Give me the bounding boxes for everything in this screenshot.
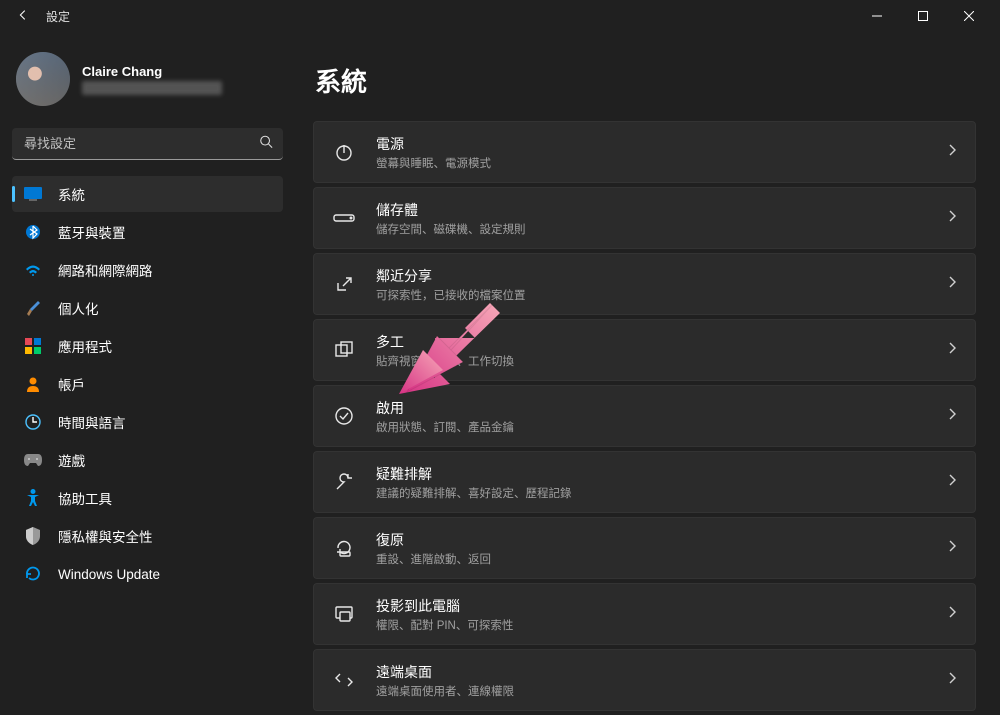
chevron-right-icon [947,407,957,426]
tile-subtitle: 啟用狀態、訂閱、產品金鑰 [376,419,514,435]
search-icon [259,135,273,154]
tile-subtitle: 權限、配對 PIN、可探索性 [376,617,513,633]
sidebar-item-accounts[interactable]: 帳戶 [12,366,283,402]
tile-title: 多工 [376,332,514,352]
sidebar-item-label: 網路和網際網路 [58,260,153,280]
tile-title: 疑難排解 [376,464,572,484]
main-content: 系統 電源螢幕與睡眠、電源模式 儲存體儲存空間、磁碟機、設定規則 鄰近分享可探索… [295,32,1000,715]
sidebar-item-privacy[interactable]: 隱私權與安全性 [12,518,283,554]
check-circle-icon [332,404,356,428]
chevron-right-icon [947,143,957,162]
tile-subtitle: 儲存空間、磁碟機、設定規則 [376,221,526,237]
sidebar-item-label: 應用程式 [58,336,112,356]
tile-title: 啟用 [376,398,514,418]
sidebar: Claire Chang 系統 藍牙與裝置 網路和網際網路 [0,32,295,715]
tile-title: 投影到此電腦 [376,596,513,616]
apps-icon [24,337,42,355]
profile-name: Claire Chang [82,64,222,79]
sidebar-item-time-language[interactable]: 時間與語言 [12,404,283,440]
sidebar-item-system[interactable]: 系統 [12,176,283,212]
window-title: 設定 [46,8,70,25]
person-icon [24,375,42,393]
sidebar-item-personalization[interactable]: 個人化 [12,290,283,326]
profile-block[interactable]: Claire Chang [12,40,283,122]
tile-recovery[interactable]: 復原重設、進階啟動、返回 [313,517,976,579]
wifi-icon [24,261,42,279]
system-icon [24,185,42,203]
sidebar-item-gaming[interactable]: 遊戲 [12,442,283,478]
power-icon [332,140,356,164]
chevron-right-icon [947,671,957,690]
close-button[interactable] [946,0,992,32]
chevron-right-icon [947,605,957,624]
wrench-icon [332,470,356,494]
back-button[interactable] [16,8,30,25]
chevron-right-icon [947,473,957,492]
title-bar: 設定 [0,0,1000,32]
storage-icon [332,206,356,230]
tile-subtitle: 螢幕與睡眠、電源模式 [376,155,491,171]
remote-icon [332,668,356,692]
chevron-right-icon [947,539,957,558]
tile-subtitle: 建議的疑難排解、喜好設定、歷程記錄 [376,485,572,501]
page-title: 系統 [315,62,976,99]
sidebar-item-apps[interactable]: 應用程式 [12,328,283,364]
project-icon [332,602,356,626]
sidebar-item-label: Windows Update [58,567,160,582]
tile-nearby-sharing[interactable]: 鄰近分享可探索性，已接收的檔案位置 [313,253,976,315]
sidebar-item-label: 個人化 [58,298,99,318]
profile-email-redacted [82,81,222,95]
share-icon [332,272,356,296]
tile-projecting[interactable]: 投影到此電腦權限、配對 PIN、可探索性 [313,583,976,645]
gamepad-icon [24,451,42,469]
recovery-icon [332,536,356,560]
sidebar-item-label: 帳戶 [58,374,85,394]
nav-list: 系統 藍牙與裝置 網路和網際網路 個人化 應用程式 帳戶 [12,176,283,592]
tile-subtitle: 貼齊視窗、桌面、工作切換 [376,353,514,369]
accessibility-icon [24,489,42,507]
sidebar-item-label: 系統 [58,184,85,204]
tile-remote-desktop[interactable]: 遠端桌面遠端桌面使用者、連線權限 [313,649,976,711]
tile-multitasking[interactable]: 多工貼齊視窗、桌面、工作切換 [313,319,976,381]
maximize-button[interactable] [900,0,946,32]
sidebar-item-label: 時間與語言 [58,412,126,432]
tile-power[interactable]: 電源螢幕與睡眠、電源模式 [313,121,976,183]
paintbrush-icon [24,299,42,317]
sidebar-item-label: 遊戲 [58,450,85,470]
sidebar-item-accessibility[interactable]: 協助工具 [12,480,283,516]
tile-title: 復原 [376,530,491,550]
chevron-right-icon [947,341,957,360]
chevron-right-icon [947,275,957,294]
tile-troubleshoot[interactable]: 疑難排解建議的疑難排解、喜好設定、歷程記錄 [313,451,976,513]
sidebar-item-label: 藍牙與裝置 [58,222,126,242]
tile-subtitle: 可探索性，已接收的檔案位置 [376,287,526,303]
tile-activation[interactable]: 啟用啟用狀態、訂閱、產品金鑰 [313,385,976,447]
minimize-button[interactable] [854,0,900,32]
update-icon [24,565,42,583]
multitask-icon [332,338,356,362]
search-input[interactable] [12,128,283,160]
bluetooth-icon [24,223,42,241]
tile-storage[interactable]: 儲存體儲存空間、磁碟機、設定規則 [313,187,976,249]
tile-title: 鄰近分享 [376,266,526,286]
search-box[interactable] [12,128,283,160]
tile-subtitle: 重設、進階啟動、返回 [376,551,491,567]
clock-globe-icon [24,413,42,431]
tile-title: 儲存體 [376,200,526,220]
avatar [16,52,70,106]
tile-title: 電源 [376,134,491,154]
tile-subtitle: 遠端桌面使用者、連線權限 [376,683,514,699]
settings-tiles: 電源螢幕與睡眠、電源模式 儲存體儲存空間、磁碟機、設定規則 鄰近分享可探索性，已… [313,121,976,711]
sidebar-item-label: 協助工具 [58,488,112,508]
chevron-right-icon [947,209,957,228]
sidebar-item-windows-update[interactable]: Windows Update [12,556,283,592]
tile-title: 遠端桌面 [376,662,514,682]
sidebar-item-label: 隱私權與安全性 [58,526,153,546]
shield-icon [24,527,42,545]
sidebar-item-network[interactable]: 網路和網際網路 [12,252,283,288]
sidebar-item-bluetooth[interactable]: 藍牙與裝置 [12,214,283,250]
